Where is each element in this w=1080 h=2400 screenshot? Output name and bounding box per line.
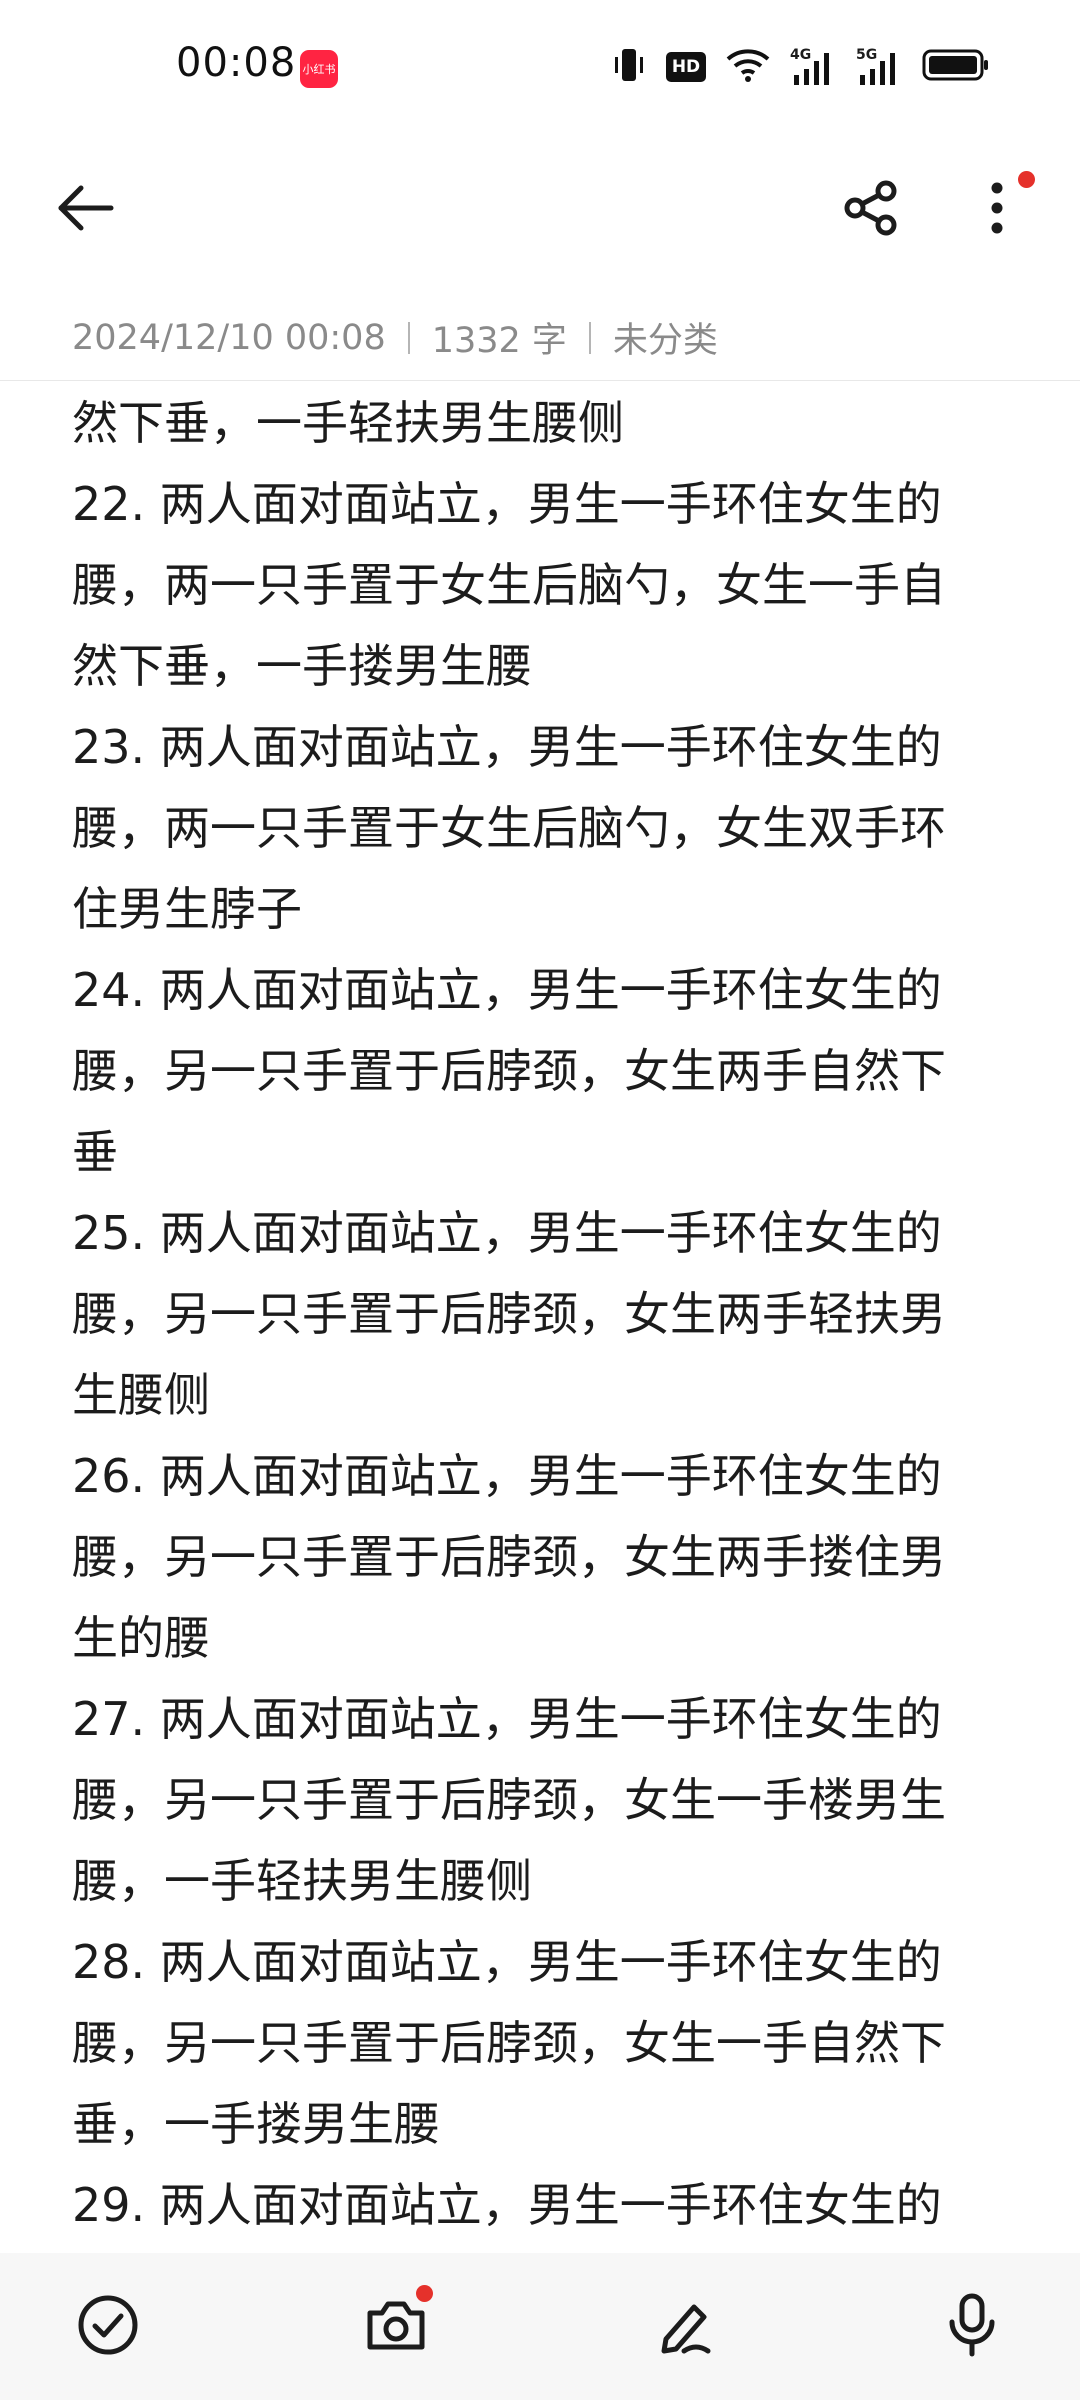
note-line: 腰，另一只手置于后脖颈，女生一手楼男生	[72, 1773, 946, 1827]
note-line: 22. 两人面对面站立，男生一手环住女生的	[72, 477, 942, 531]
note-line: 生的腰	[72, 1611, 210, 1665]
note-category[interactable]: 未分类	[613, 312, 718, 363]
status-time: 00:08	[176, 40, 297, 86]
note-line: 生腰侧	[72, 1368, 210, 1422]
vibrate-icon	[612, 45, 646, 89]
share-icon	[842, 179, 900, 241]
header-divider	[0, 380, 1080, 381]
note-line: 29. 两人面对面站立，男生一手环住女生的	[72, 2178, 942, 2232]
microphone-icon	[944, 2292, 1000, 2362]
checklist-button[interactable]	[58, 2277, 158, 2377]
signal-4g-icon: 4G	[790, 47, 836, 87]
handwriting-button[interactable]	[636, 2277, 736, 2377]
note-word-count: 1332 字	[431, 321, 567, 361]
system-icons: HD 4G 5G	[592, 44, 990, 90]
note-line: 住男生脖子	[72, 882, 302, 936]
note-line: 然下垂，一手搂男生腰	[72, 639, 532, 693]
note-line: 25. 两人面对面站立，男生一手环住女生的	[72, 1206, 942, 1260]
voice-input-button[interactable]	[922, 2277, 1022, 2377]
app-badge-label: 小红书	[302, 63, 336, 76]
status-bar: 00:08 小红书 HD 4G 5G	[0, 0, 1080, 140]
note-line: 腰，另一只手置于后脖颈，女生两手自然下	[72, 1044, 946, 1098]
note-line: 28. 两人面对面站立，男生一手环住女生的	[72, 1935, 942, 1989]
more-vertical-icon	[987, 180, 1007, 240]
bottom-toolbar	[0, 2253, 1080, 2400]
note-line: 然下垂，一手轻扶男生腰侧	[72, 396, 624, 450]
note-line: 23. 两人面对面站立，男生一手环住女生的	[72, 720, 942, 774]
camera-button[interactable]	[346, 2277, 446, 2377]
app-notification-icon: 小红书	[300, 50, 338, 88]
note-line: 腰，另一只手置于后脖颈，女生两手搂住男	[72, 1530, 946, 1584]
note-line: 垂，一手搂男生腰	[72, 2097, 440, 2151]
note-line: 腰，两一只手置于女生后脑勺，女生一手自	[72, 558, 946, 612]
wifi-icon	[726, 47, 770, 87]
note-line: 腰，两一只手置于女生后脑勺，女生双手环	[72, 801, 946, 855]
back-arrow-icon	[55, 183, 115, 237]
checklist-icon	[76, 2293, 140, 2361]
battery-icon	[922, 48, 990, 86]
note-line: 27. 两人面对面站立，男生一手环住女生的	[72, 1692, 942, 1746]
note-toolbar	[0, 150, 1080, 270]
meta-separator	[407, 321, 410, 354]
note-line: 腰，一手轻扶男生腰侧	[72, 1854, 532, 1908]
note-line: 26. 两人面对面站立，男生一手环住女生的	[72, 1449, 942, 1503]
note-line: 24. 两人面对面站立，男生一手环住女生的	[72, 963, 942, 1017]
note-body[interactable]: 然下垂，一手轻扶男生腰侧 22. 两人面对面站立，男生一手环住女生的 腰，两一只…	[72, 383, 1012, 2253]
camera-icon	[364, 2295, 428, 2359]
hd-voice-icon: HD	[666, 52, 706, 82]
note-meta: 2024/12/10 00:08 1332 字 未分类	[72, 312, 718, 363]
notification-dot	[1018, 171, 1035, 188]
note-line: 垂	[72, 1125, 118, 1179]
back-button[interactable]	[40, 165, 130, 255]
handwriting-pen-icon	[654, 2293, 718, 2361]
share-button[interactable]	[826, 165, 916, 255]
hd-label: HD	[671, 57, 701, 77]
notification-dot	[416, 2285, 433, 2302]
note-line: 腰，另一只手置于后脖颈，女生一手自然下	[72, 2016, 946, 2070]
meta-separator	[588, 321, 591, 354]
note-datetime: 2024/12/10 00:08	[72, 317, 386, 358]
note-line: 腰，另一只手置于后脖颈，女生两手轻扶男	[72, 1287, 946, 1341]
more-options-button[interactable]	[952, 165, 1042, 255]
signal-5g-icon: 5G	[856, 47, 902, 87]
